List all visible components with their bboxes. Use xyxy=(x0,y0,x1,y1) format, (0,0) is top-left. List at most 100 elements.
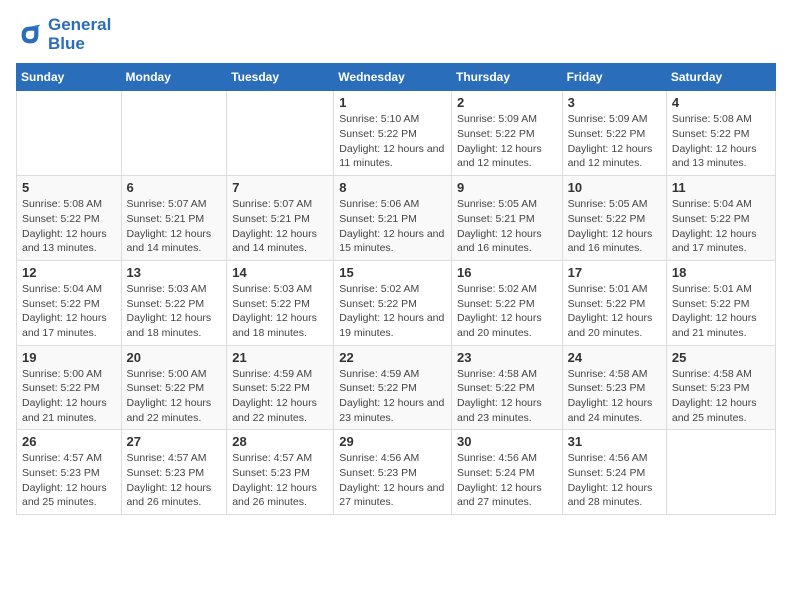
calendar-cell: 30 Sunrise: 4:56 AMSunset: 5:24 PMDayligh… xyxy=(451,430,562,515)
day-info: Sunrise: 5:07 AMSunset: 5:21 PMDaylight:… xyxy=(232,197,328,256)
calendar-cell: 22 Sunrise: 4:59 AMSunset: 5:22 PMDayligh… xyxy=(334,345,452,430)
day-info: Sunrise: 4:59 AMSunset: 5:22 PMDaylight:… xyxy=(339,367,446,426)
day-number: 25 xyxy=(672,350,770,365)
calendar-cell: 31Sunrise: 4:56 AMSunset: 5:24 PMDayligh… xyxy=(562,430,666,515)
day-info: Sunrise: 5:01 AMSunset: 5:22 PMDaylight:… xyxy=(568,282,661,341)
week-row-5: 26Sunrise: 4:57 AMSunset: 5:23 PMDayligh… xyxy=(17,430,776,515)
day-info: Sunrise: 4:58 AMSunset: 5:22 PMDaylight:… xyxy=(457,367,557,426)
day-number: 1 xyxy=(339,95,446,110)
calendar-cell: 12 Sunrise: 5:04 AMSunset: 5:22 PMDayligh… xyxy=(17,260,122,345)
day-number: 5 xyxy=(22,180,116,195)
day-number: 8 xyxy=(339,180,446,195)
day-info: Sunrise: 5:09 AMSunset: 5:22 PMDaylight:… xyxy=(568,112,661,171)
week-row-3: 12 Sunrise: 5:04 AMSunset: 5:22 PMDayligh… xyxy=(17,260,776,345)
day-info: Sunrise: 5:00 AMSunset: 5:22 PMDaylight:… xyxy=(22,367,116,426)
day-number: 16 xyxy=(457,265,557,280)
calendar-cell: 26Sunrise: 4:57 AMSunset: 5:23 PMDayligh… xyxy=(17,430,122,515)
day-info: Sunrise: 5:03 AMSunset: 5:22 PMDaylight:… xyxy=(232,282,328,341)
day-number: 4 xyxy=(672,95,770,110)
calendar-cell: 7 Sunrise: 5:07 AMSunset: 5:21 PMDaylight… xyxy=(227,176,334,261)
calendar-cell: 9 Sunrise: 5:05 AMSunset: 5:21 PMDaylight… xyxy=(451,176,562,261)
weekday-header-row: SundayMondayTuesdayWednesdayThursdayFrid… xyxy=(17,64,776,91)
week-row-2: 5 Sunrise: 5:08 AMSunset: 5:22 PMDaylight… xyxy=(17,176,776,261)
calendar-cell: 24 Sunrise: 4:58 AMSunset: 5:23 PMDayligh… xyxy=(562,345,666,430)
day-number: 18 xyxy=(672,265,770,280)
calendar-cell: 29Sunrise: 4:56 AMSunset: 5:23 PMDayligh… xyxy=(334,430,452,515)
day-number: 2 xyxy=(457,95,557,110)
day-number: 19 xyxy=(22,350,116,365)
day-info: Sunrise: 4:56 AMSunset: 5:24 PMDaylight:… xyxy=(568,451,661,510)
calendar-cell: 14 Sunrise: 5:03 AMSunset: 5:22 PMDayligh… xyxy=(227,260,334,345)
calendar-table: SundayMondayTuesdayWednesdayThursdayFrid… xyxy=(16,63,776,515)
day-info: Sunrise: 5:10 AMSunset: 5:22 PMDaylight:… xyxy=(339,112,446,171)
calendar-cell: 3 Sunrise: 5:09 AMSunset: 5:22 PMDaylight… xyxy=(562,91,666,176)
logo-text: General Blue xyxy=(48,16,111,53)
day-info: Sunrise: 5:08 AMSunset: 5:22 PMDaylight:… xyxy=(672,112,770,171)
weekday-header-thursday: Thursday xyxy=(451,64,562,91)
day-number: 22 xyxy=(339,350,446,365)
day-info: Sunrise: 5:01 AMSunset: 5:22 PMDaylight:… xyxy=(672,282,770,341)
day-number: 7 xyxy=(232,180,328,195)
calendar-cell: 27 Sunrise: 4:57 AMSunset: 5:23 PMDayligh… xyxy=(121,430,227,515)
day-number: 23 xyxy=(457,350,557,365)
weekday-header-sunday: Sunday xyxy=(17,64,122,91)
day-number: 24 xyxy=(568,350,661,365)
day-number: 28 xyxy=(232,434,328,449)
day-info: Sunrise: 4:57 AMSunset: 5:23 PMDaylight:… xyxy=(22,451,116,510)
day-info: Sunrise: 5:02 AMSunset: 5:22 PMDaylight:… xyxy=(457,282,557,341)
day-number: 9 xyxy=(457,180,557,195)
day-info: Sunrise: 5:04 AMSunset: 5:22 PMDaylight:… xyxy=(22,282,116,341)
day-number: 27 xyxy=(127,434,222,449)
calendar-cell: 16 Sunrise: 5:02 AMSunset: 5:22 PMDayligh… xyxy=(451,260,562,345)
day-number: 6 xyxy=(127,180,222,195)
calendar-cell: 18 Sunrise: 5:01 AMSunset: 5:22 PMDayligh… xyxy=(666,260,775,345)
logo-icon xyxy=(16,21,44,49)
calendar-cell: 10 Sunrise: 5:05 AMSunset: 5:22 PMDayligh… xyxy=(562,176,666,261)
day-number: 29 xyxy=(339,434,446,449)
page-header: General Blue xyxy=(16,16,776,53)
day-info: Sunrise: 4:57 AMSunset: 5:23 PMDaylight:… xyxy=(127,451,222,510)
day-number: 21 xyxy=(232,350,328,365)
day-number: 13 xyxy=(127,265,222,280)
day-info: Sunrise: 5:05 AMSunset: 5:21 PMDaylight:… xyxy=(457,197,557,256)
day-info: Sunrise: 4:58 AMSunset: 5:23 PMDaylight:… xyxy=(672,367,770,426)
day-info: Sunrise: 5:06 AMSunset: 5:21 PMDaylight:… xyxy=(339,197,446,256)
day-info: Sunrise: 5:03 AMSunset: 5:22 PMDaylight:… xyxy=(127,282,222,341)
day-info: Sunrise: 5:07 AMSunset: 5:21 PMDaylight:… xyxy=(127,197,222,256)
calendar-cell: 4 Sunrise: 5:08 AMSunset: 5:22 PMDaylight… xyxy=(666,91,775,176)
day-number: 30 xyxy=(457,434,557,449)
calendar-cell: 25 Sunrise: 4:58 AMSunset: 5:23 PMDayligh… xyxy=(666,345,775,430)
calendar-cell xyxy=(121,91,227,176)
day-number: 10 xyxy=(568,180,661,195)
weekday-header-friday: Friday xyxy=(562,64,666,91)
weekday-header-monday: Monday xyxy=(121,64,227,91)
calendar-cell xyxy=(17,91,122,176)
day-info: Sunrise: 5:04 AMSunset: 5:22 PMDaylight:… xyxy=(672,197,770,256)
day-info: Sunrise: 5:08 AMSunset: 5:22 PMDaylight:… xyxy=(22,197,116,256)
day-info: Sunrise: 4:58 AMSunset: 5:23 PMDaylight:… xyxy=(568,367,661,426)
day-number: 20 xyxy=(127,350,222,365)
day-info: Sunrise: 5:02 AMSunset: 5:22 PMDaylight:… xyxy=(339,282,446,341)
calendar-cell: 11 Sunrise: 5:04 AMSunset: 5:22 PMDayligh… xyxy=(666,176,775,261)
day-number: 3 xyxy=(568,95,661,110)
calendar-cell xyxy=(666,430,775,515)
week-row-1: 1 Sunrise: 5:10 AMSunset: 5:22 PMDaylight… xyxy=(17,91,776,176)
day-number: 15 xyxy=(339,265,446,280)
logo: General Blue xyxy=(16,16,111,53)
calendar-cell: 5 Sunrise: 5:08 AMSunset: 5:22 PMDaylight… xyxy=(17,176,122,261)
calendar-cell: 8 Sunrise: 5:06 AMSunset: 5:21 PMDaylight… xyxy=(334,176,452,261)
calendar-cell: 15 Sunrise: 5:02 AMSunset: 5:22 PMDayligh… xyxy=(334,260,452,345)
day-info: Sunrise: 5:05 AMSunset: 5:22 PMDaylight:… xyxy=(568,197,661,256)
weekday-header-wednesday: Wednesday xyxy=(334,64,452,91)
calendar-cell: 17 Sunrise: 5:01 AMSunset: 5:22 PMDayligh… xyxy=(562,260,666,345)
calendar-cell: 21Sunrise: 4:59 AMSunset: 5:22 PMDayligh… xyxy=(227,345,334,430)
day-info: Sunrise: 5:09 AMSunset: 5:22 PMDaylight:… xyxy=(457,112,557,171)
day-number: 17 xyxy=(568,265,661,280)
day-info: Sunrise: 5:00 AMSunset: 5:22 PMDaylight:… xyxy=(127,367,222,426)
day-number: 11 xyxy=(672,180,770,195)
week-row-4: 19 Sunrise: 5:00 AMSunset: 5:22 PMDayligh… xyxy=(17,345,776,430)
calendar-cell: 1 Sunrise: 5:10 AMSunset: 5:22 PMDaylight… xyxy=(334,91,452,176)
day-number: 12 xyxy=(22,265,116,280)
day-info: Sunrise: 4:56 AMSunset: 5:24 PMDaylight:… xyxy=(457,451,557,510)
day-number: 14 xyxy=(232,265,328,280)
